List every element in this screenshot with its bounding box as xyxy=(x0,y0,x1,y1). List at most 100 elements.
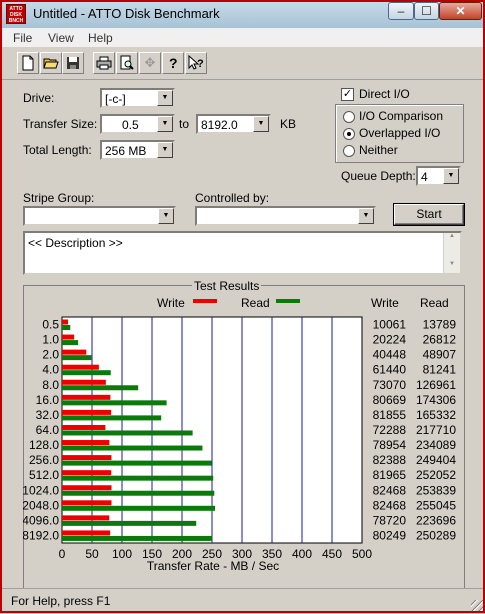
neither-radio[interactable] xyxy=(343,145,355,157)
read-value: 165332 xyxy=(416,408,456,422)
to-label: to xyxy=(179,117,190,131)
results-chart: 0 50 100 150 200 250 300 350 400 450 5000.5 10061 13… xyxy=(23,296,457,573)
write-value: 40448 xyxy=(373,348,407,362)
x-tick-label: 100 xyxy=(112,547,132,561)
open-folder-icon[interactable] xyxy=(40,52,62,74)
write-value: 10061 xyxy=(373,318,407,332)
kb-label: KB xyxy=(280,117,297,131)
legend-read-label: Read xyxy=(241,296,270,310)
save-icon[interactable] xyxy=(62,52,84,74)
chevron-down-icon[interactable]: ▼ xyxy=(157,142,173,158)
write-value: 82468 xyxy=(373,498,407,512)
legend-write-swatch xyxy=(193,299,217,303)
stripe-group-select[interactable]: ▼ xyxy=(23,206,176,226)
window-title: Untitled - ATTO Disk Benchmark xyxy=(33,6,220,21)
read-value: 223696 xyxy=(416,513,456,527)
resize-grip[interactable] xyxy=(471,600,483,612)
chevron-down-icon[interactable]: ▼ xyxy=(157,90,173,106)
read-bar xyxy=(62,385,139,391)
write-bar xyxy=(62,530,111,536)
read-value: 255045 xyxy=(416,498,456,512)
x-tick-label: 450 xyxy=(322,547,342,561)
chevron-down-icon[interactable]: ▼ xyxy=(157,116,173,132)
controlled-by-label: Controlled by: xyxy=(195,191,270,205)
scroll-down-icon[interactable]: ▼ xyxy=(444,261,460,273)
chevron-down-icon[interactable]: ▼ xyxy=(443,168,459,184)
y-category-label: 2.0 xyxy=(42,348,59,362)
context-help-icon[interactable]: ? xyxy=(185,52,207,74)
read-value: 174306 xyxy=(416,393,456,407)
print-preview-icon[interactable] xyxy=(116,52,138,74)
overlapped-io-radio[interactable] xyxy=(343,128,355,140)
write-bar xyxy=(62,394,111,400)
write-bar xyxy=(62,485,112,491)
write-bar xyxy=(62,455,112,461)
x-axis-title: Transfer Rate - MB / Sec xyxy=(147,559,279,573)
controlled-by-select[interactable]: ▼ xyxy=(195,206,376,226)
write-bar xyxy=(62,364,99,370)
io-comparison-radio[interactable] xyxy=(343,111,355,123)
y-category-label: 1024.0 xyxy=(23,483,59,497)
y-category-label: 1.0 xyxy=(42,333,59,347)
write-value: 81855 xyxy=(373,408,407,422)
chevron-down-icon[interactable]: ▼ xyxy=(158,208,174,224)
status-text: For Help, press F1 xyxy=(11,594,111,608)
direct-io-label: Direct I/O xyxy=(359,87,410,101)
total-length-value: 256 MB xyxy=(105,144,147,158)
write-bar xyxy=(62,470,112,476)
read-value: 250289 xyxy=(416,528,456,542)
read-bar xyxy=(62,340,79,346)
write-value: 80249 xyxy=(373,528,407,542)
description-text: << Description >> xyxy=(28,236,123,250)
read-value: 249404 xyxy=(416,453,456,467)
read-bar xyxy=(62,445,203,451)
menu-view[interactable]: View xyxy=(48,31,74,45)
menu-file[interactable]: File xyxy=(13,31,32,45)
svg-text:?: ? xyxy=(197,58,204,70)
write-value: 82388 xyxy=(373,453,407,467)
read-value: 81241 xyxy=(423,363,457,377)
menu-help[interactable]: Help xyxy=(88,31,113,45)
settings-panel: Drive: [-c-] ▼ Transfer Size: 0.5 ▼ to 8… xyxy=(4,80,481,589)
write-value: 20224 xyxy=(373,333,407,347)
write-value: 80669 xyxy=(373,393,407,407)
toolbar: ✥ ? ? xyxy=(0,47,485,80)
minimize-button[interactable]: – xyxy=(388,2,414,20)
description-field[interactable]: << Description >> ▲ ▼ xyxy=(23,231,462,275)
y-category-label: 128.0 xyxy=(29,438,59,452)
y-category-label: 512.0 xyxy=(29,468,59,482)
write-value: 78954 xyxy=(373,438,407,452)
atto-app-icon: ATTO DISK BNCH xyxy=(6,4,26,24)
move-icon[interactable]: ✥ xyxy=(139,52,161,74)
x-tick-label: 50 xyxy=(85,547,99,561)
transfer-size-from-select[interactable]: 0.5 ▼ xyxy=(100,114,175,134)
read-value: 252052 xyxy=(416,468,456,482)
maximize-button[interactable]: ☐ xyxy=(414,2,439,20)
write-bar xyxy=(62,409,112,415)
read-value: 253839 xyxy=(416,483,456,497)
drive-select[interactable]: [-c-] ▼ xyxy=(100,88,175,108)
menu-bar: File View Help xyxy=(0,28,485,47)
drive-label: Drive: xyxy=(23,91,55,105)
description-scrollbar[interactable]: ▲ ▼ xyxy=(443,233,460,273)
chevron-down-icon[interactable]: ▼ xyxy=(253,116,269,132)
queue-depth-label: Queue Depth: xyxy=(341,169,416,183)
scroll-up-icon[interactable]: ▲ xyxy=(444,233,460,245)
write-value: 61440 xyxy=(373,363,407,377)
new-file-icon[interactable] xyxy=(17,52,39,74)
transfer-size-to-select[interactable]: 8192.0 ▼ xyxy=(196,114,271,134)
x-tick-label: 0 xyxy=(59,547,66,561)
close-button[interactable]: ✕ xyxy=(439,2,482,20)
direct-io-checkbox[interactable]: ✓ xyxy=(341,88,354,101)
queue-depth-select[interactable]: 4 ▼ xyxy=(416,166,461,186)
help-icon[interactable]: ? xyxy=(162,52,184,74)
print-icon[interactable] xyxy=(93,52,115,74)
total-length-label: Total Length: xyxy=(23,143,92,157)
title-bar[interactable]: ATTO DISK BNCH Untitled - ATTO Disk Benchm… xyxy=(0,0,485,29)
start-button[interactable]: Start xyxy=(393,203,465,226)
total-length-select[interactable]: 256 MB ▼ xyxy=(100,140,175,160)
neither-label: Neither xyxy=(359,143,398,157)
read-bar xyxy=(62,460,212,466)
read-bar xyxy=(62,355,92,361)
chevron-down-icon[interactable]: ▼ xyxy=(358,208,374,224)
